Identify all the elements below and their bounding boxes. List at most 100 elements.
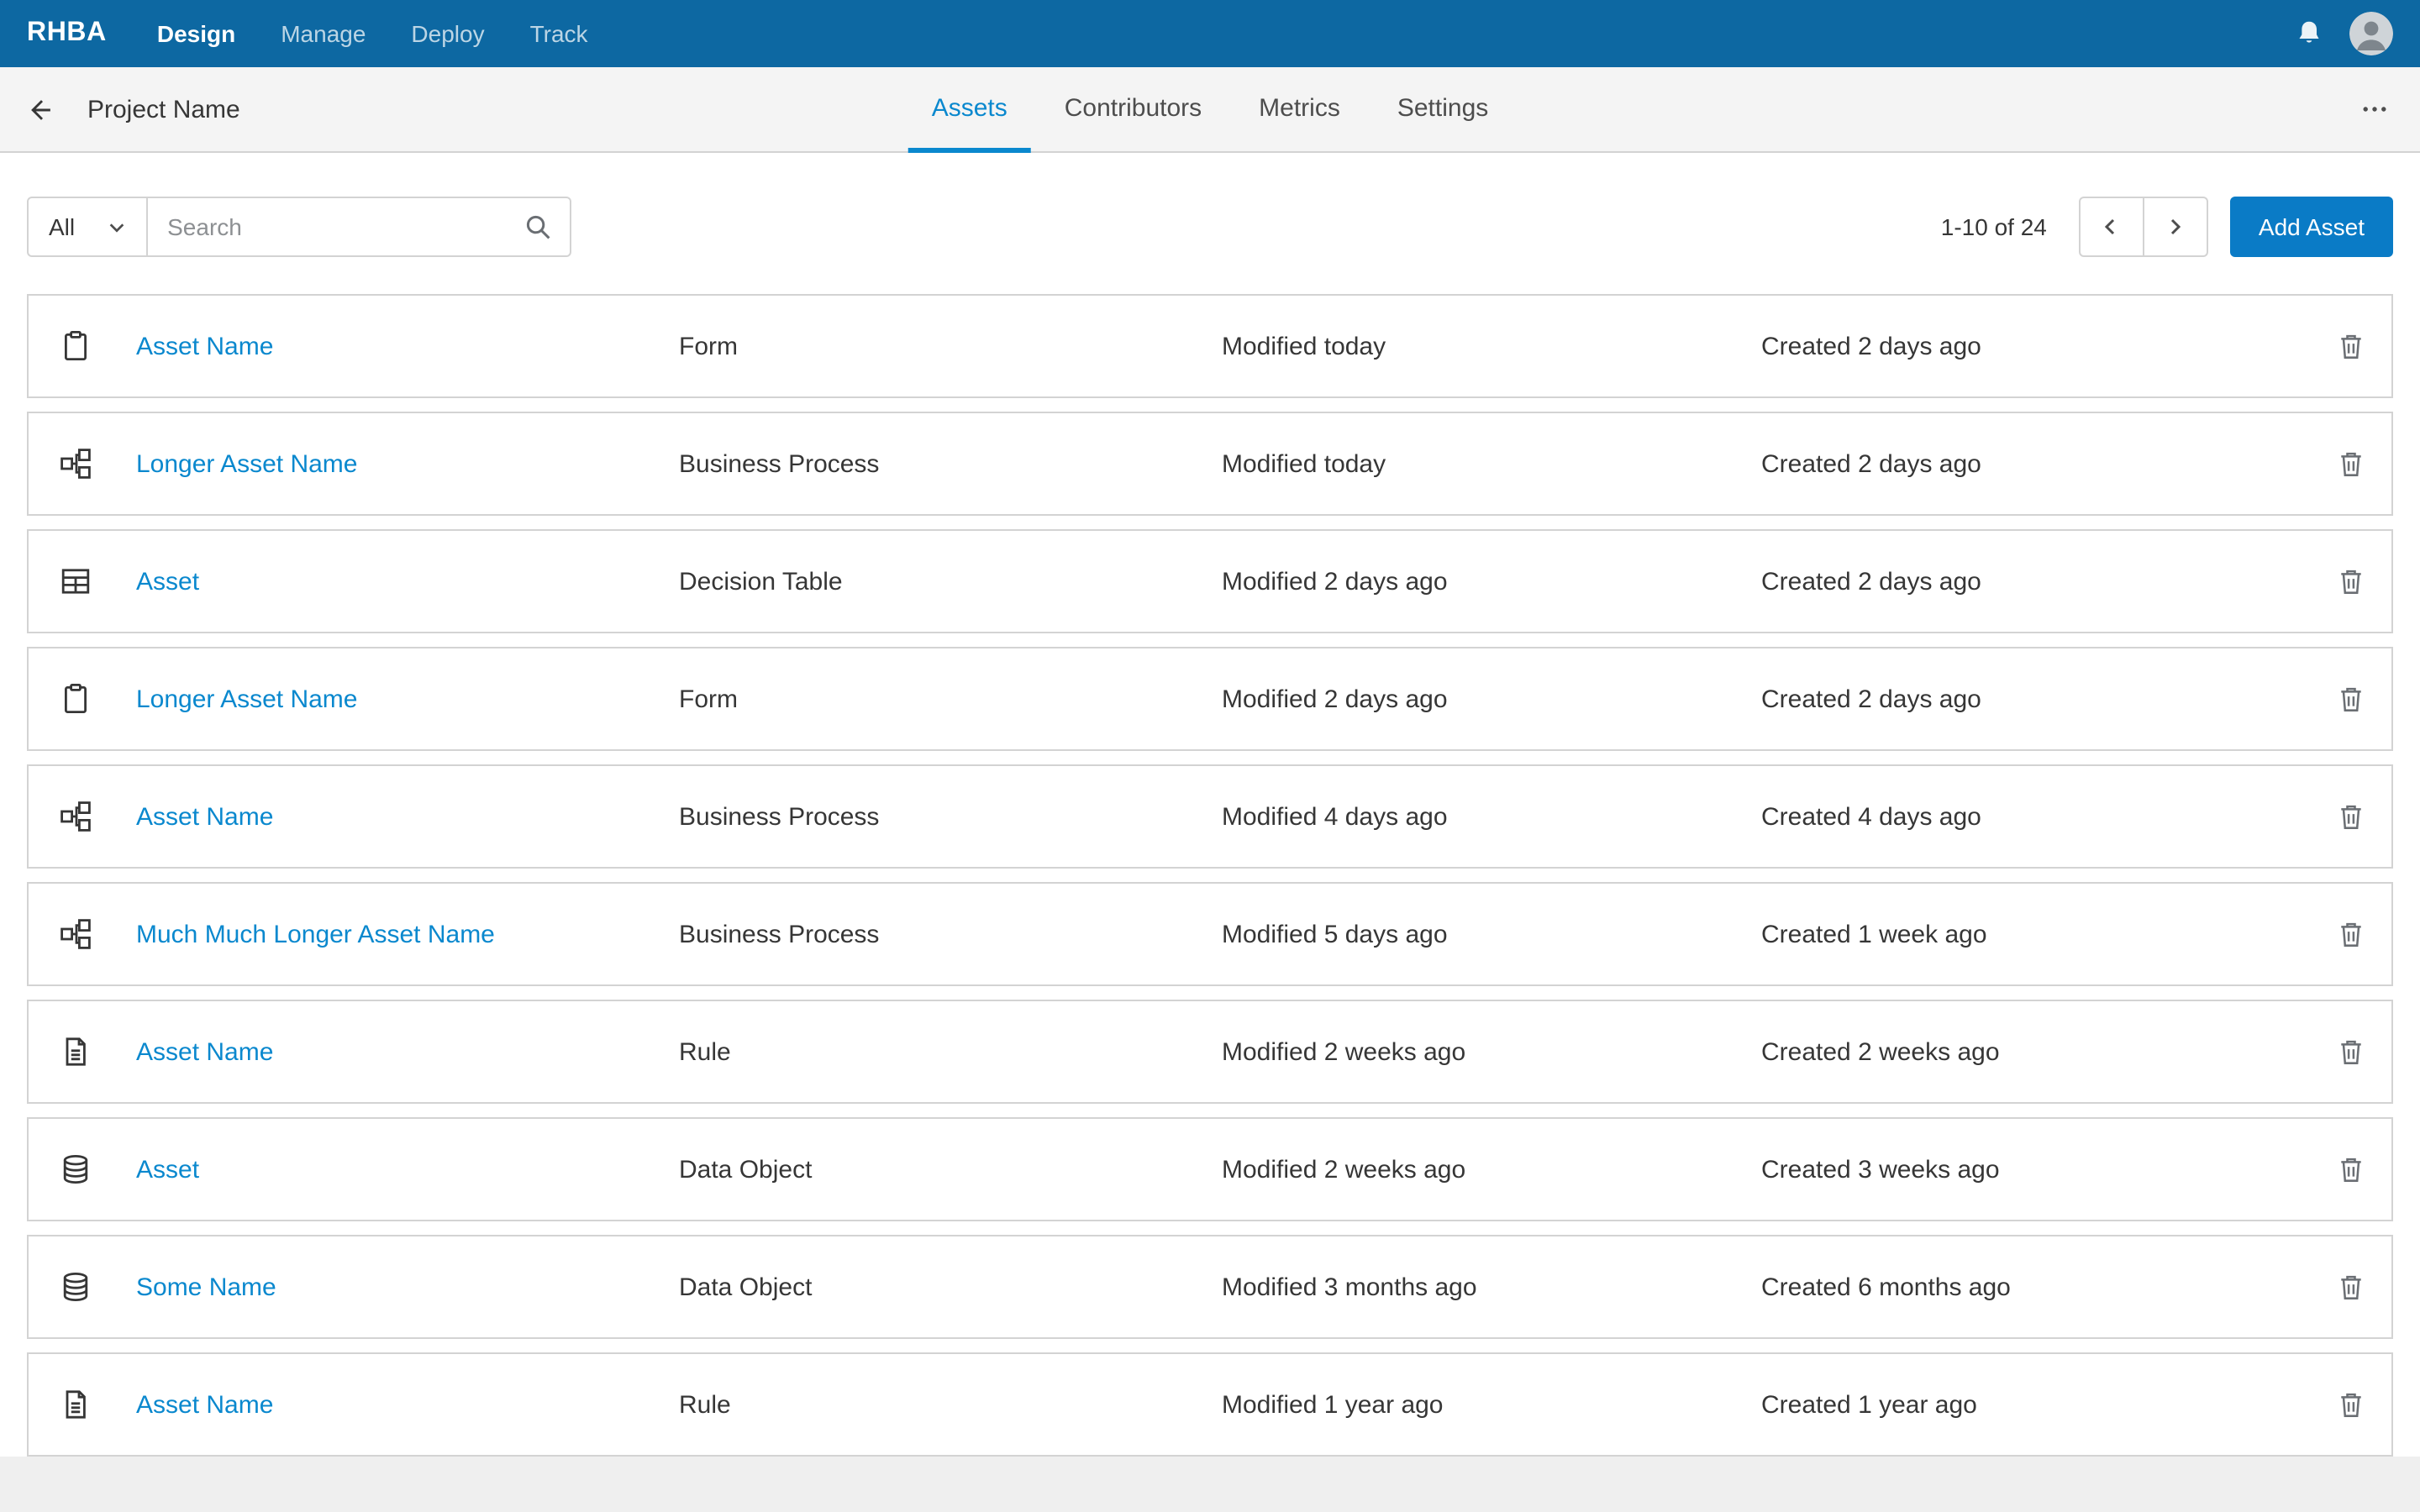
asset-type: Rule bbox=[679, 1390, 731, 1419]
asset-row: Longer Asset Name Business Process Modif… bbox=[27, 412, 2393, 516]
delete-asset-button[interactable] bbox=[2331, 1032, 2371, 1072]
asset-modified: Modified 2 weeks ago bbox=[1222, 1155, 1466, 1184]
delete-asset-button[interactable] bbox=[2331, 679, 2371, 719]
tab-settings[interactable]: Settings bbox=[1374, 67, 1512, 153]
trash-icon bbox=[2336, 566, 2366, 596]
asset-modified: Modified 5 days ago bbox=[1222, 920, 1448, 948]
toolbar-right: 1-10 of 24 Add Asset bbox=[1941, 197, 2393, 257]
search-box bbox=[147, 197, 571, 257]
asset-modified: Modified today bbox=[1222, 332, 1386, 360]
asset-row: Longer Asset Name Form Modified 2 days a… bbox=[27, 647, 2393, 751]
asset-type: Form bbox=[679, 332, 738, 360]
delete-asset-button[interactable] bbox=[2331, 914, 2371, 954]
tab-contributors[interactable]: Contributors bbox=[1041, 67, 1225, 153]
asset-row: Asset Name Form Modified today Created 2… bbox=[27, 294, 2393, 398]
asset-created: Created 1 year ago bbox=[1761, 1390, 1977, 1419]
masthead-right bbox=[2294, 12, 2393, 55]
tab-bar: Assets Contributors Metrics Settings bbox=[908, 67, 1512, 153]
nav-item-design[interactable]: Design bbox=[157, 20, 235, 47]
back-arrow-icon[interactable] bbox=[27, 95, 55, 123]
asset-name-link[interactable]: Asset bbox=[123, 567, 679, 596]
asset-name-link[interactable]: Some Name bbox=[123, 1273, 679, 1301]
asset-row: Some Name Data Object Modified 3 months … bbox=[27, 1235, 2393, 1339]
search-icon[interactable] bbox=[505, 213, 569, 240]
delete-asset-button[interactable] bbox=[2331, 561, 2371, 601]
asset-created: Created 2 days ago bbox=[1761, 449, 1981, 478]
asset-row: Asset Name Rule Modified 2 weeks ago Cre… bbox=[27, 1000, 2393, 1104]
asset-name-link[interactable]: Much Much Longer Asset Name bbox=[123, 920, 679, 948]
asset-name-link[interactable]: Longer Asset Name bbox=[123, 685, 679, 713]
chevron-right-icon bbox=[2165, 217, 2186, 237]
asset-type: Data Object bbox=[679, 1155, 813, 1184]
kebab-menu-icon[interactable] bbox=[2356, 91, 2393, 128]
app-root: RHBA Design Manage Deploy Track Project … bbox=[0, 0, 2420, 1512]
tab-assets[interactable]: Assets bbox=[908, 67, 1031, 153]
asset-list: Asset Name Form Modified today Created 2… bbox=[27, 294, 2393, 1457]
search-input[interactable] bbox=[147, 213, 506, 240]
asset-name-link[interactable]: Asset Name bbox=[123, 1037, 679, 1066]
asset-type: Business Process bbox=[679, 802, 880, 831]
next-page-button[interactable] bbox=[2142, 197, 2208, 257]
asset-row: Asset Name Business Process Modified 4 d… bbox=[27, 764, 2393, 869]
asset-name-link[interactable]: Asset Name bbox=[123, 332, 679, 360]
nav-item-track[interactable]: Track bbox=[530, 20, 588, 47]
delete-asset-button[interactable] bbox=[2331, 1149, 2371, 1189]
pagination-range: 1-10 of 24 bbox=[1940, 213, 2047, 240]
asset-name-link[interactable]: Asset Name bbox=[123, 1390, 679, 1419]
add-asset-button[interactable]: Add Asset bbox=[2229, 197, 2393, 257]
nav-item-manage[interactable]: Manage bbox=[281, 20, 366, 47]
project-title: Project Name bbox=[87, 95, 240, 123]
delete-asset-button[interactable] bbox=[2331, 1267, 2371, 1307]
asset-type: Business Process bbox=[679, 449, 880, 478]
asset-name-link[interactable]: Asset bbox=[123, 1155, 679, 1184]
form-icon bbox=[59, 329, 92, 363]
asset-modified: Modified 2 weeks ago bbox=[1222, 1037, 1466, 1066]
prev-page-button[interactable] bbox=[2078, 197, 2144, 257]
asset-created: Created 1 week ago bbox=[1761, 920, 1987, 948]
asset-created: Created 2 days ago bbox=[1761, 567, 1981, 596]
asset-created: Created 3 weeks ago bbox=[1761, 1155, 2000, 1184]
user-avatar[interactable] bbox=[2349, 12, 2393, 55]
asset-name-link[interactable]: Asset Name bbox=[123, 802, 679, 831]
asset-type: Data Object bbox=[679, 1273, 813, 1301]
delete-asset-button[interactable] bbox=[2331, 444, 2371, 484]
delete-asset-button[interactable] bbox=[2331, 326, 2371, 366]
asset-modified: Modified 2 days ago bbox=[1222, 567, 1448, 596]
notifications-bell-icon[interactable] bbox=[2294, 18, 2324, 49]
asset-row: Asset Name Rule Modified 1 year ago Crea… bbox=[27, 1352, 2393, 1457]
trash-icon bbox=[2336, 684, 2366, 714]
toolbar: All 1-10 of 24 bbox=[0, 153, 2420, 257]
trash-icon bbox=[2336, 331, 2366, 361]
asset-modified: Modified 3 months ago bbox=[1222, 1273, 1477, 1301]
trash-icon bbox=[2336, 1389, 2366, 1420]
asset-row: Much Much Longer Asset Name Business Pro… bbox=[27, 882, 2393, 986]
asset-name-link[interactable]: Longer Asset Name bbox=[123, 449, 679, 478]
asset-modified: Modified 2 days ago bbox=[1222, 685, 1448, 713]
trash-icon bbox=[2336, 919, 2366, 949]
masthead: RHBA Design Manage Deploy Track bbox=[0, 0, 2420, 67]
asset-created: Created 6 months ago bbox=[1761, 1273, 2011, 1301]
asset-created: Created 4 days ago bbox=[1761, 802, 1981, 831]
tab-metrics[interactable]: Metrics bbox=[1235, 67, 1364, 153]
delete-asset-button[interactable] bbox=[2331, 796, 2371, 837]
chevron-down-icon bbox=[107, 218, 125, 236]
rule-icon bbox=[59, 1388, 92, 1421]
business-process-icon bbox=[59, 447, 92, 480]
delete-asset-button[interactable] bbox=[2331, 1384, 2371, 1425]
asset-modified: Modified 1 year ago bbox=[1222, 1390, 1444, 1419]
project-header: Project Name Assets Contributors Metrics Se… bbox=[0, 67, 2420, 153]
trash-icon bbox=[2336, 801, 2366, 832]
filter-dropdown[interactable]: All bbox=[27, 197, 148, 257]
decision-table-icon bbox=[59, 564, 92, 598]
brand-logo[interactable]: RHBA bbox=[27, 18, 107, 49]
asset-created: Created 2 days ago bbox=[1761, 332, 1981, 360]
asset-created: Created 2 weeks ago bbox=[1761, 1037, 2000, 1066]
rule-icon bbox=[59, 1035, 92, 1068]
chevron-left-icon bbox=[2102, 217, 2122, 237]
trash-icon bbox=[2336, 1272, 2366, 1302]
asset-created: Created 2 days ago bbox=[1761, 685, 1981, 713]
business-process-icon bbox=[59, 800, 92, 833]
asset-type: Business Process bbox=[679, 920, 880, 948]
masthead-nav: Design Manage Deploy Track bbox=[157, 20, 588, 47]
nav-item-deploy[interactable]: Deploy bbox=[411, 20, 484, 47]
